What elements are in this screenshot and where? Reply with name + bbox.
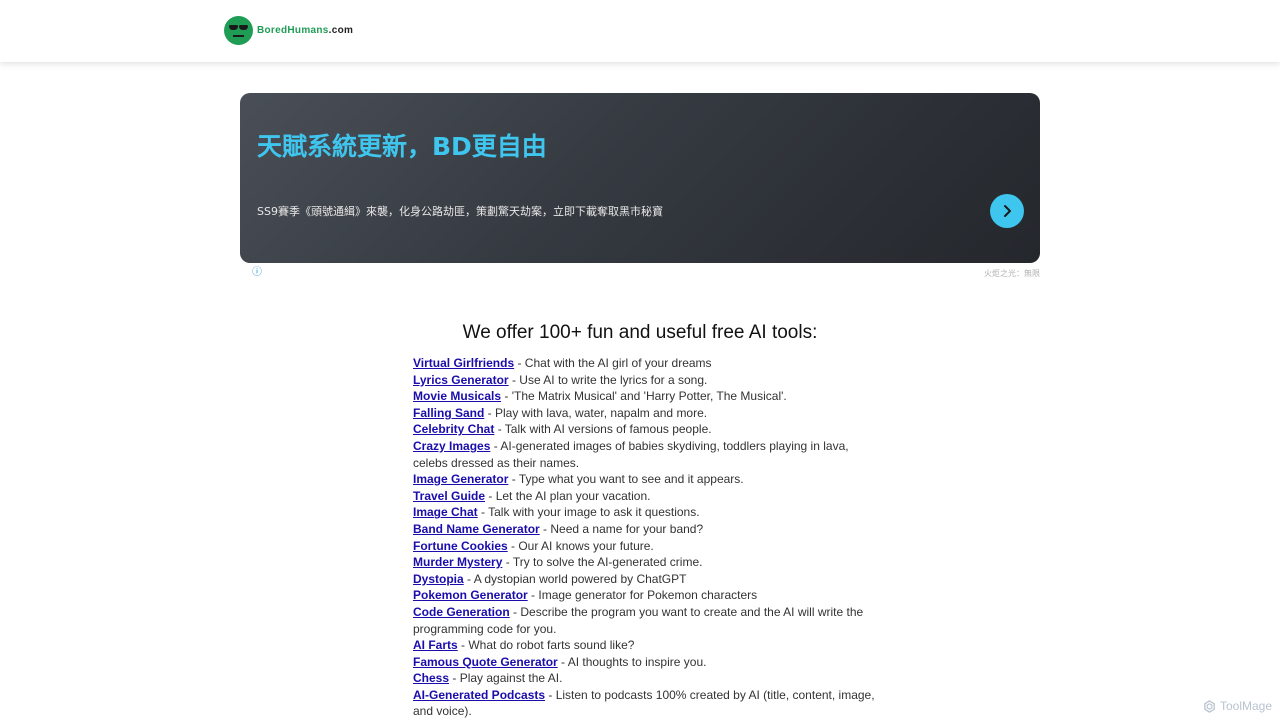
tool-description: - Use AI to write the lyrics for a song. (508, 372, 708, 387)
tool-description: - Play with lava, water, napalm and more… (484, 405, 708, 420)
tool-link[interactable]: Dystopia (413, 572, 464, 586)
tool-list-item: Falling Sand - Play with lava, water, na… (413, 405, 883, 422)
tool-list-item: Travel Guide - Let the AI plan your vaca… (413, 488, 883, 505)
tool-link[interactable]: Famous Quote Generator (413, 655, 558, 669)
tool-description: - Chat with the AI girl of your dreams (514, 356, 712, 370)
tool-description: - Image generator for Pokemon characters (527, 588, 758, 603)
watermark: ToolMage (1203, 699, 1272, 713)
ad-description[interactable]: SS9賽季《頭號通緝》來襲，化身公路劫匪，策劃驚天劫案，立即下載奪取黑市秘寶 (257, 203, 663, 219)
tool-list-item: Image Generator - Type what you want to … (413, 471, 883, 488)
tool-description: - Our AI knows your future. (507, 538, 654, 553)
ad-source[interactable]: 火炬之光：無限 (900, 268, 1040, 279)
logo-text: BoredHumans.com (257, 25, 353, 36)
tool-link[interactable]: Code Generation (413, 605, 510, 619)
tool-list-item: Band Name Generator - Need a name for yo… (413, 521, 883, 538)
tool-description: - Play against the AI. (449, 671, 563, 686)
tool-description: - AI thoughts to inspire you. (557, 654, 707, 669)
tool-description: - Let the AI plan your vacation. (485, 488, 651, 503)
tool-list-item: Image Chat - Talk with your image to ask… (413, 504, 883, 521)
tool-link[interactable]: AI-Generated Podcasts (413, 688, 545, 702)
tool-list-item: AI-Generated Podcasts - Listen to podcas… (413, 687, 883, 720)
tool-description: - Try to solve the AI-generated crime. (502, 555, 703, 570)
tool-link[interactable]: Image Generator (413, 472, 508, 486)
tool-description: - Need a name for your band? (539, 521, 704, 536)
tool-link[interactable]: Chess (413, 671, 449, 685)
tool-description: - A dystopian world powered by ChatGPT (463, 571, 687, 586)
tool-link[interactable]: Image Chat (413, 505, 478, 519)
tool-link[interactable]: Band Name Generator (413, 522, 540, 536)
tools-heading: We offer 100+ fun and useful free AI too… (462, 322, 818, 343)
tool-link[interactable]: Movie Musicals (413, 389, 501, 403)
tool-list-item: Lyrics Generator - Use AI to write the l… (413, 372, 883, 389)
bored-face-logo-icon (224, 16, 253, 45)
tool-link[interactable]: AI Farts (413, 638, 458, 652)
tool-list-item: Crazy Images - AI-generated images of ba… (413, 438, 883, 471)
tools-list: Virtual Girlfriends - Chat with the AI g… (413, 355, 883, 720)
tool-list-item: Dystopia - A dystopian world powered by … (413, 571, 883, 588)
toolmage-logo-icon (1204, 699, 1215, 713)
tool-list-item: Chess - Play against the AI. (413, 670, 883, 687)
tool-list-item: Celebrity Chat - Talk with AI versions o… (413, 421, 883, 438)
tool-description: - Type what you want to see and it appea… (508, 472, 744, 487)
tool-link[interactable]: Falling Sand (413, 406, 484, 420)
tool-link[interactable]: Celebrity Chat (413, 422, 494, 436)
tool-list-item: Movie Musicals - 'The Matrix Musical' an… (413, 388, 883, 405)
tool-list-item: Code Generation - Describe the program y… (413, 604, 883, 637)
tool-list-item: Pokemon Generator - Image generator for … (413, 587, 883, 604)
site-header: BoredHumans.com (0, 0, 1280, 62)
ad-title[interactable]: 天賦系統更新，BD更自由 (257, 127, 547, 163)
tool-link[interactable]: Fortune Cookies (413, 539, 508, 553)
info-icon[interactable]: ⓘ (252, 268, 262, 278)
site-logo[interactable]: BoredHumans.com (224, 16, 353, 45)
tool-list-item: Virtual Girlfriends - Chat with the AI g… (413, 355, 883, 372)
tool-list-item: Famous Quote Generator - AI thoughts to … (413, 654, 883, 671)
tool-list-item: AI Farts - What do robot farts sound lik… (413, 637, 883, 654)
tool-list-item: Fortune Cookies - Our AI knows your futu… (413, 538, 883, 555)
tool-link[interactable]: Virtual Girlfriends (413, 356, 514, 370)
tool-description: - Talk with AI versions of famous people… (494, 422, 712, 437)
tool-description: - 'The Matrix Musical' and 'Harry Potter… (501, 389, 787, 404)
logo-tld: .com (328, 25, 354, 36)
tool-link[interactable]: Lyrics Generator (413, 373, 509, 387)
tool-description: - What do robot farts sound like? (457, 638, 635, 653)
tool-list-item: Murder Mystery - Try to solve the AI-gen… (413, 554, 883, 571)
watermark-text: ToolMage (1220, 699, 1273, 713)
tool-link[interactable]: Murder Mystery (413, 555, 502, 569)
chevron-right-icon (1004, 205, 1011, 217)
tool-link[interactable]: Pokemon Generator (413, 588, 528, 602)
tool-link[interactable]: Crazy Images (413, 439, 490, 453)
logo-name: BoredHumans (257, 25, 329, 36)
tool-link[interactable]: Travel Guide (413, 489, 485, 503)
ad-banner[interactable]: 天賦系統更新，BD更自由 SS9賽季《頭號通緝》來襲，化身公路劫匪，策劃驚天劫案… (240, 93, 1040, 263)
ad-open-button[interactable] (990, 194, 1024, 228)
tool-description: - Talk with your image to ask it questio… (477, 505, 700, 520)
